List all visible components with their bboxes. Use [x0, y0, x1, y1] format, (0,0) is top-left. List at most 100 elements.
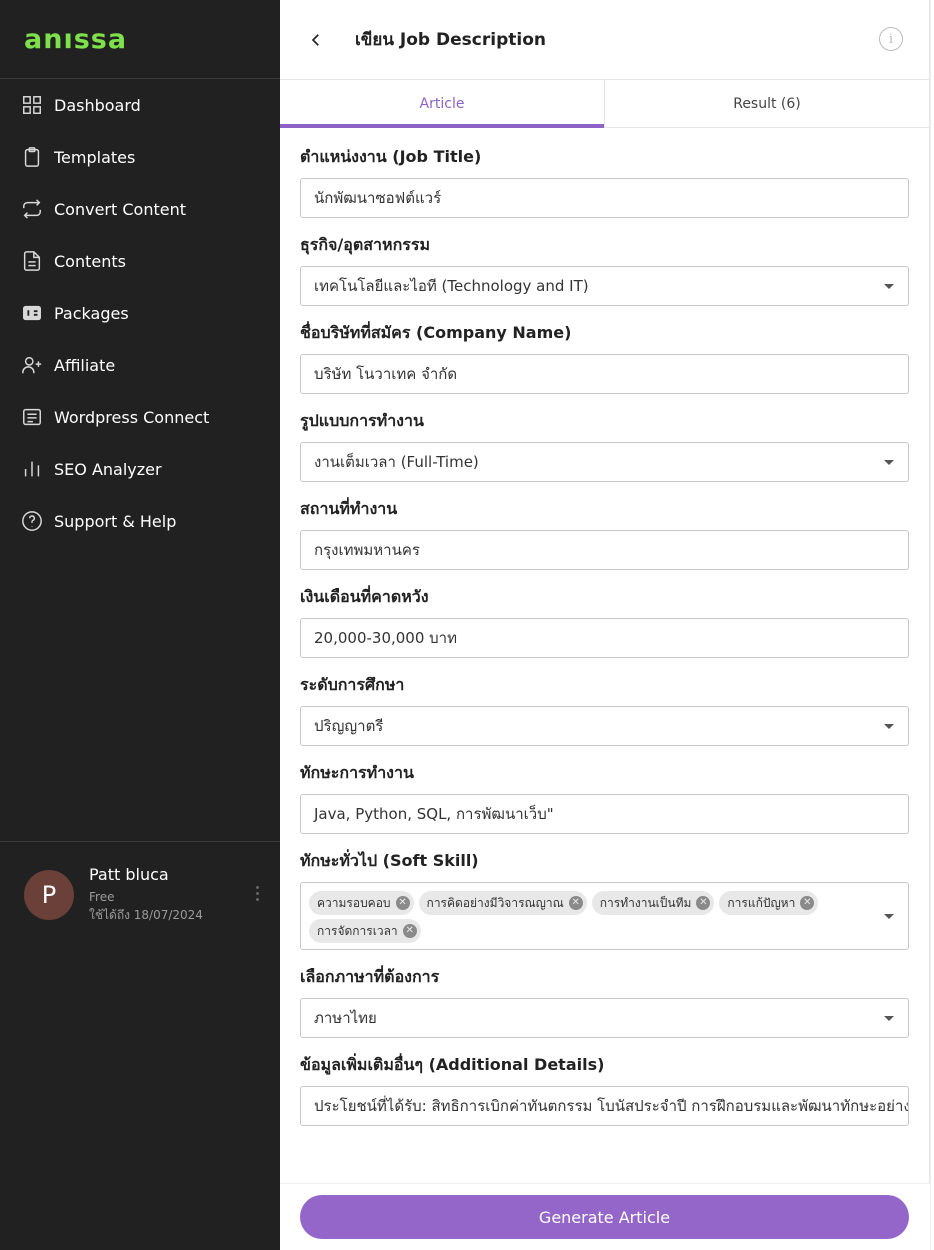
- generate-article-button[interactable]: Generate Article: [300, 1195, 909, 1239]
- education-select[interactable]: ปริญญาตรี: [300, 706, 909, 746]
- skill-chip: การคิดอย่างมีวิจารณญาณ ✕: [418, 891, 587, 915]
- sidebar-item-seo-analyzer[interactable]: SEO Analyzer: [0, 443, 280, 495]
- sidebar-item-support-help[interactable]: Support & Help: [0, 495, 280, 547]
- field-location: สถานที่ทำงาน กรุงเทพมหานคร: [300, 498, 909, 570]
- sidebar-item-packages[interactable]: Packages: [0, 287, 280, 339]
- remove-chip-icon[interactable]: ✕: [395, 896, 410, 910]
- industry-select[interactable]: เทคโนโลยีและไอที (Technology and IT): [300, 266, 909, 306]
- sidebar-item-label: Dashboard: [54, 95, 141, 115]
- more-options-icon[interactable]: [256, 886, 260, 904]
- sidebar-item-contents[interactable]: Contents: [0, 235, 280, 287]
- additional-details-input[interactable]: ประโยชน์ที่ได้รับ: สิทธิการเบิกค่าทันตกร…: [300, 1086, 909, 1126]
- field-label: ระดับการศึกษา: [300, 675, 405, 694]
- chip-label: การจัดการเวลา: [317, 923, 398, 938]
- remove-chip-icon[interactable]: ✕: [402, 924, 417, 938]
- sidebar-item-label: Contents: [54, 251, 126, 271]
- dropdown-arrow-icon: [884, 1016, 894, 1021]
- logo-text: anıssa: [24, 23, 128, 55]
- info-icon[interactable]: i: [879, 27, 903, 51]
- page-header: เขียน Job Description i: [280, 0, 929, 80]
- soft-skills-multiselect[interactable]: ความรอบคอบ ✕ การคิดอย่างมีวิจารณญาณ ✕ การท…: [300, 882, 909, 950]
- field-label: ทักษะทั่วไป (Soft Skill): [300, 851, 479, 870]
- job-title-input[interactable]: นักพัฒนาซอฟต์แวร์: [300, 178, 909, 218]
- help-circle-icon: [20, 509, 44, 533]
- work-type-select[interactable]: งานเต็มเวลา (Full-Time): [300, 442, 909, 482]
- tab-bar: Article Result (6): [280, 80, 929, 128]
- select-value: งานเต็มเวลา (Full-Time): [314, 453, 479, 471]
- field-additional: ข้อมูลเพิ่มเติมอื่นๆ (Additional Details…: [300, 1054, 909, 1126]
- skill-chip: การจัดการเวลา ✕: [309, 919, 421, 943]
- field-label: สถานที่ทำงาน: [300, 499, 398, 518]
- convert-arrows-icon: [20, 197, 44, 221]
- dropdown-arrow-icon: [884, 460, 894, 465]
- field-education: ระดับการศึกษา ปริญญาตรี: [300, 674, 909, 746]
- field-label: เลือกภาษาที่ต้องการ: [300, 967, 440, 986]
- field-language: เลือกภาษาที่ต้องการ ภาษาไทย: [300, 966, 909, 1038]
- sidebar-item-wordpress-connect[interactable]: Wordpress Connect: [0, 391, 280, 443]
- company-name-input[interactable]: บริษัท โนวาเทค จำกัด: [300, 354, 909, 394]
- document-icon: [20, 249, 44, 273]
- tab-article[interactable]: Article: [280, 80, 604, 128]
- sidebar-item-label: SEO Analyzer: [54, 459, 162, 479]
- field-soft-skills: ทักษะทั่วไป (Soft Skill) ความรอบคอบ ✕ การ…: [300, 850, 909, 950]
- wordpress-icon: [20, 405, 44, 429]
- chip-label: ความรอบคอบ: [317, 895, 391, 910]
- tab-result[interactable]: Result (6): [604, 80, 929, 127]
- job-description-form: ตำแหน่งงาน (Job Title) นักพัฒนาซอฟต์แวร์…: [280, 128, 929, 1126]
- field-job-title: ตำแหน่งงาน (Job Title) นักพัฒนาซอฟต์แวร์: [300, 146, 909, 218]
- sidebar-nav: Dashboard Templates Convert Content Cont…: [0, 79, 280, 547]
- field-salary: เงินเดือนที่คาดหวัง 20,000-30,000 บาท: [300, 586, 909, 658]
- chip-label: การทำงานเป็นทีม: [599, 895, 692, 910]
- dashboard-grid-icon: [20, 93, 44, 117]
- package-icon: [20, 301, 44, 325]
- sidebar-item-templates[interactable]: Templates: [0, 131, 280, 183]
- sidebar-item-convert-content[interactable]: Convert Content: [0, 183, 280, 235]
- user-expire-date: ใช้ได้ถึง 18/07/2024: [89, 907, 203, 922]
- field-label: เงินเดือนที่คาดหวัง: [300, 587, 429, 606]
- salary-input[interactable]: 20,000-30,000 บาท: [300, 618, 909, 658]
- select-value: ปริญญาตรี: [314, 717, 384, 735]
- field-industry: ธุรกิจ/อุตสาหกรรม เทคโนโลยีและไอที (Tech…: [300, 234, 909, 306]
- remove-chip-icon[interactable]: ✕: [800, 896, 815, 910]
- location-input[interactable]: กรุงเทพมหานคร: [300, 530, 909, 570]
- back-button[interactable]: [304, 28, 328, 52]
- chip-label: การแก้ปัญหา: [727, 895, 796, 910]
- clipboard-icon: [20, 145, 44, 169]
- scrollbar[interactable]: [930, 0, 934, 1250]
- language-select[interactable]: ภาษาไทย: [300, 998, 909, 1038]
- skill-chip: การแก้ปัญหา ✕: [719, 891, 819, 915]
- sidebar-item-label: Templates: [54, 147, 136, 167]
- field-label: ชื่อบริษัทที่สมัคร (Company Name): [300, 323, 572, 342]
- user-name: Patt bluca: [89, 864, 169, 884]
- avatar: P: [24, 869, 74, 920]
- user-profile[interactable]: P Patt bluca Free ใช้ได้ถึง 18/07/2024: [0, 841, 280, 947]
- field-company: ชื่อบริษัทที่สมัคร (Company Name) บริษัท…: [300, 322, 909, 394]
- select-value: ภาษาไทย: [314, 1009, 377, 1027]
- sidebar-item-label: Affiliate: [54, 355, 116, 375]
- remove-chip-icon[interactable]: ✕: [696, 896, 711, 910]
- form-footer: Generate Article: [280, 1183, 930, 1250]
- sidebar: anıssa Dashboard Templates Convert Conte…: [0, 0, 280, 1250]
- bar-chart-icon: [20, 457, 44, 481]
- app-logo[interactable]: anıssa: [0, 0, 280, 79]
- field-label: ทักษะการทำงาน: [300, 763, 414, 782]
- skills-input[interactable]: Java, Python, SQL, การพัฒนาเว็บ": [300, 794, 909, 834]
- dropdown-arrow-icon: [884, 914, 894, 919]
- remove-chip-icon[interactable]: ✕: [568, 896, 583, 910]
- sidebar-item-dashboard[interactable]: Dashboard: [0, 79, 280, 131]
- sidebar-item-affiliate[interactable]: Affiliate: [0, 339, 280, 391]
- select-value: เทคโนโลยีและไอที (Technology and IT): [314, 277, 589, 295]
- user-plan: Free: [89, 889, 115, 904]
- dropdown-arrow-icon: [884, 724, 894, 729]
- dropdown-arrow-icon: [884, 284, 894, 289]
- field-label: ข้อมูลเพิ่มเติมอื่นๆ (Additional Details…: [300, 1055, 605, 1074]
- chevron-left-icon: [311, 33, 319, 46]
- field-label: ธุรกิจ/อุตสาหกรรม: [300, 235, 430, 254]
- field-skills: ทักษะการทำงาน Java, Python, SQL, การพัฒน…: [300, 762, 909, 834]
- skill-chip: ความรอบคอบ ✕: [309, 891, 414, 915]
- sidebar-item-label: Convert Content: [54, 199, 186, 219]
- field-label: รูปแบบการทำงาน: [300, 411, 424, 430]
- field-label: ตำแหน่งงาน (Job Title): [300, 147, 482, 166]
- sidebar-item-label: Wordpress Connect: [54, 407, 210, 427]
- user-info: Patt bluca Free ใช้ได้ถึง 18/07/2024: [89, 865, 203, 925]
